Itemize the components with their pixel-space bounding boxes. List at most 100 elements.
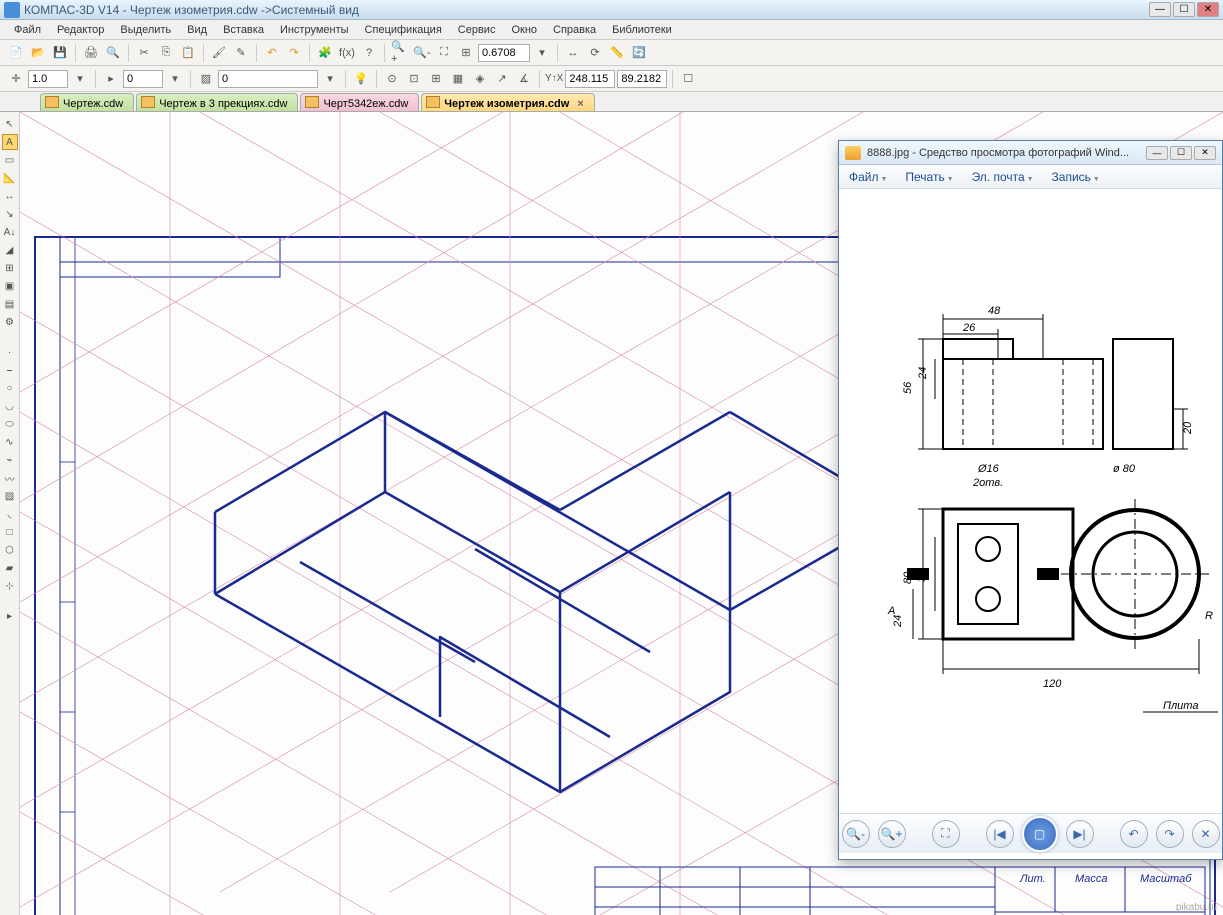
polygon-icon[interactable]: ⬡ (2, 542, 18, 558)
line-icon[interactable]: A (2, 134, 18, 150)
paste-icon[interactable]: 📋 (178, 43, 198, 63)
pv-next-button[interactable]: ▶| (1066, 820, 1094, 848)
ortho-icon[interactable]: ✛ (6, 69, 26, 89)
zoom-in-icon[interactable]: 🔍+ (390, 43, 410, 63)
menu-file[interactable]: Файл (6, 22, 49, 38)
fill-icon[interactable]: ▰ (2, 560, 18, 576)
copy-icon[interactable]: ⎘ (156, 43, 176, 63)
chamfer-icon[interactable]: ◢ (2, 242, 18, 258)
pv-zoom-out-button[interactable]: 🔍- (842, 820, 870, 848)
menu-spec[interactable]: Спецификация (357, 22, 450, 38)
menu-libraries[interactable]: Библиотеки (604, 22, 680, 38)
arc-icon[interactable]: ◡ (2, 398, 18, 414)
bezier-icon[interactable]: 〰 (2, 470, 18, 486)
rect-icon[interactable]: ▭ (2, 152, 18, 168)
brush-icon[interactable]: ✎ (231, 43, 251, 63)
tab-close-icon[interactable]: × (577, 98, 583, 110)
rotate-icon[interactable]: ⟳ (585, 43, 605, 63)
dropdown-icon[interactable]: ▾ (165, 69, 185, 89)
text-icon[interactable]: A↓ (2, 224, 18, 240)
segment-icon[interactable]: ⎯ (2, 362, 18, 378)
coord-x-input[interactable] (565, 70, 615, 88)
pv-menu-email[interactable]: Эл. почта (972, 170, 1034, 184)
layer-icon[interactable]: ☐ (678, 69, 698, 89)
menu-insert[interactable]: Вставка (215, 22, 272, 38)
dropdown-icon[interactable]: ▾ (320, 69, 340, 89)
pv-rotate-cw-button[interactable]: ↷ (1156, 820, 1184, 848)
tab-drawing2[interactable]: Чертеж в 3 прекциях.cdw (136, 93, 298, 111)
doc-icon[interactable]: ▤ (2, 296, 18, 312)
save-icon[interactable]: 💾 (50, 43, 70, 63)
redo-icon[interactable]: ↷ (284, 43, 304, 63)
open-icon[interactable]: 📂 (28, 43, 48, 63)
hatch-icon[interactable]: ▨ (196, 69, 216, 89)
snap6-icon[interactable]: ∡ (514, 69, 534, 89)
arrow-icon[interactable]: ↘ (2, 206, 18, 222)
line-width-input[interactable] (28, 70, 68, 88)
point-icon[interactable]: · (2, 344, 18, 360)
measure-icon[interactable]: 📐 (2, 170, 18, 186)
fx-icon[interactable]: f(x) (337, 43, 357, 63)
step-icon[interactable]: ▸ (101, 69, 121, 89)
zoom-window-icon[interactable]: ⛶ (434, 43, 454, 63)
fold-icon[interactable]: ▸ (2, 608, 18, 624)
tab-drawing3[interactable]: Черт5342еж.cdw (300, 93, 419, 111)
circle-icon[interactable]: ○ (2, 380, 18, 396)
snap2-icon[interactable]: ⊡ (404, 69, 424, 89)
menu-editor[interactable]: Редактор (49, 22, 112, 38)
pv-rotate-ccw-button[interactable]: ↶ (1120, 820, 1148, 848)
photo-viewer-window[interactable]: 8888.jpg - Средство просмотра фотографий… (838, 140, 1223, 860)
pv-maximize-button[interactable]: ☐ (1170, 146, 1192, 160)
measure-icon[interactable]: 📏 (607, 43, 627, 63)
grid-icon[interactable]: ▦ (448, 69, 468, 89)
cursor-help-icon[interactable]: ? (359, 43, 379, 63)
view-icon[interactable]: ▣ (2, 278, 18, 294)
pv-fit-button[interactable]: ⛶ (932, 820, 960, 848)
pv-minimize-button[interactable]: — (1146, 146, 1168, 160)
hatch-input[interactable] (218, 70, 318, 88)
polyline-icon[interactable]: ⌁ (2, 452, 18, 468)
maximize-button[interactable]: ☐ (1173, 2, 1195, 17)
zoom-out-icon[interactable]: 🔍- (412, 43, 432, 63)
menu-select[interactable]: Выделить (112, 22, 179, 38)
refresh-icon[interactable]: 🔄 (629, 43, 649, 63)
menu-service[interactable]: Сервис (450, 22, 504, 38)
close-button[interactable]: ✕ (1197, 2, 1219, 17)
pv-slideshow-button[interactable]: ▢ (1022, 816, 1058, 852)
hatch2-icon[interactable]: ▨ (2, 488, 18, 504)
snap3-icon[interactable]: ⊞ (426, 69, 446, 89)
select-icon[interactable]: ↖ (2, 116, 18, 132)
coord-y-input[interactable] (617, 70, 667, 88)
print-icon[interactable]: 🖨 (81, 43, 101, 63)
snap1-icon[interactable]: ⊙ (382, 69, 402, 89)
rect2-icon[interactable]: □ (2, 524, 18, 540)
menu-view[interactable]: Вид (179, 22, 215, 38)
new-icon[interactable]: 📄 (6, 43, 26, 63)
cut-icon[interactable]: ✂ (134, 43, 154, 63)
tab-drawing4-active[interactable]: Чертеж изометрия.cdw× (421, 93, 594, 111)
snap4-icon[interactable]: ◈ (470, 69, 490, 89)
zoom-fit-icon[interactable]: ⊞ (456, 43, 476, 63)
zoom-dropdown-icon[interactable]: ▾ (532, 43, 552, 63)
dim-icon[interactable]: ↔ (2, 188, 18, 204)
snap5-icon[interactable]: ↗ (492, 69, 512, 89)
zoom-value-input[interactable] (478, 44, 530, 62)
vars-icon[interactable]: 🧩 (315, 43, 335, 63)
preview-icon[interactable]: 🔍 (103, 43, 123, 63)
lamp-icon[interactable]: 💡 (351, 69, 371, 89)
pv-title-bar[interactable]: 8888.jpg - Средство просмотра фотографий… (839, 141, 1222, 165)
spline-icon[interactable]: ∿ (2, 434, 18, 450)
dropdown-icon[interactable]: ▾ (70, 69, 90, 89)
axis-icon[interactable]: ⊹ (2, 578, 18, 594)
menu-window[interactable]: Окно (503, 22, 545, 38)
tab-drawing1[interactable]: Чертеж.cdw (40, 93, 134, 111)
pv-menu-burn[interactable]: Запись (1052, 170, 1100, 184)
ellipse-icon[interactable]: ⬭ (2, 416, 18, 432)
params-icon[interactable]: ⚙ (2, 314, 18, 330)
pv-menu-print[interactable]: Печать (905, 170, 953, 184)
pv-delete-button[interactable]: ✕ (1192, 820, 1220, 848)
minimize-button[interactable]: — (1149, 2, 1171, 17)
pv-zoom-in-button[interactable]: 🔍+ (878, 820, 906, 848)
undo-icon[interactable]: ↶ (262, 43, 282, 63)
menu-help[interactable]: Справка (545, 22, 604, 38)
